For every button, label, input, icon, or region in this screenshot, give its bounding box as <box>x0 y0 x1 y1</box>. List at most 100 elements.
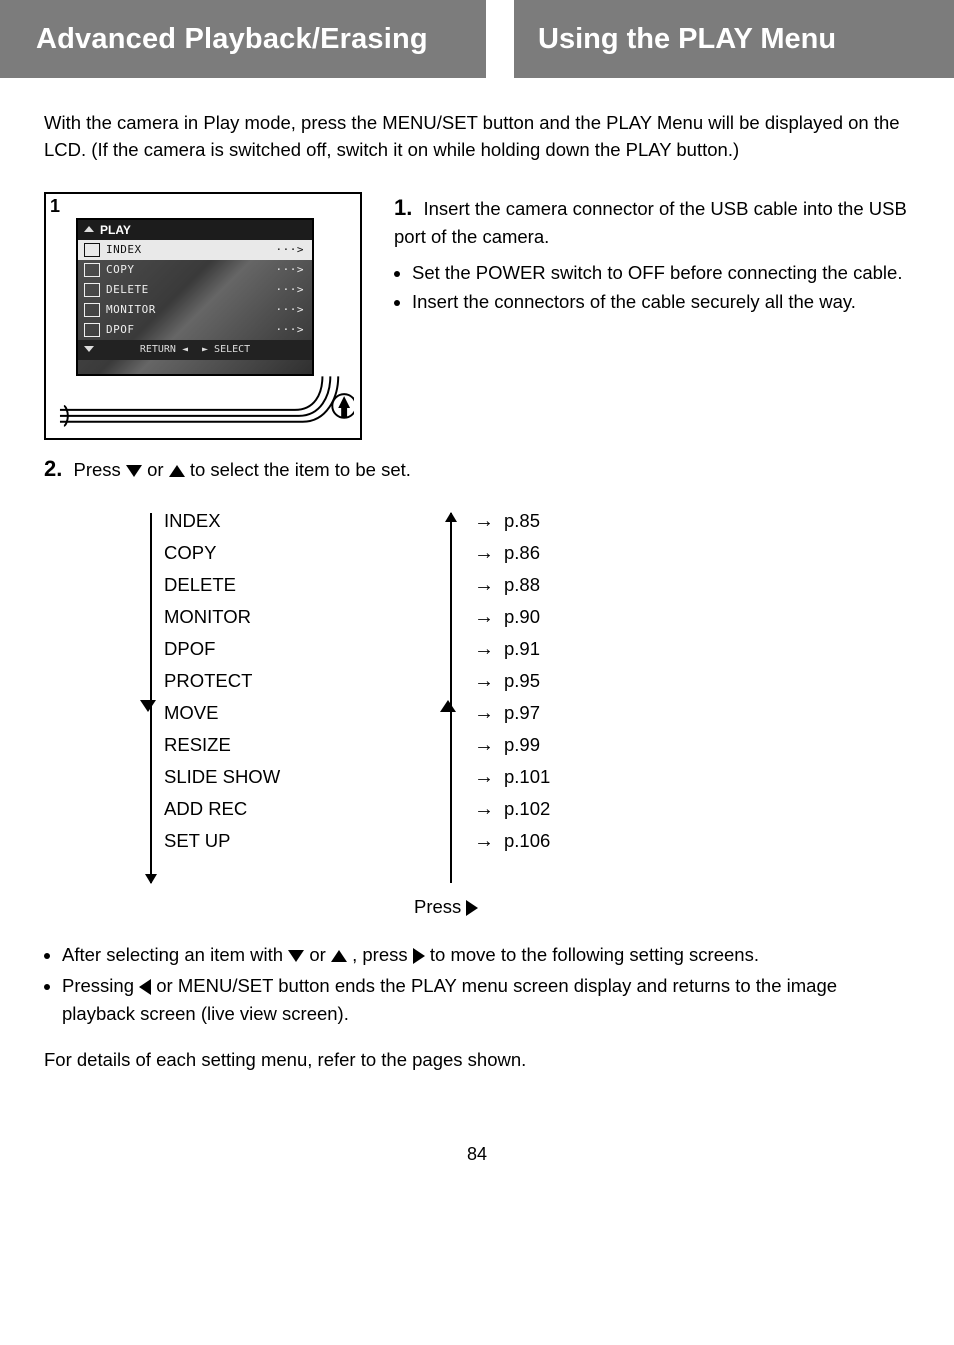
flow-page: →p.90 <box>474 601 894 633</box>
arrow-right-icon: → <box>474 826 494 856</box>
flow-page: → p.88 <box>474 569 894 601</box>
step2-text: Press <box>74 459 126 480</box>
flow-page-label: p.95 <box>504 667 540 695</box>
dpof-icon <box>84 323 100 337</box>
arrow-icon: ···> <box>276 323 305 336</box>
camera-curves <box>58 376 354 432</box>
lcd-footer-return: RETURN <box>140 344 176 355</box>
press-right-label: Press <box>414 896 466 917</box>
flow-page: →p.91 <box>474 633 894 665</box>
flow-page: →p.102 <box>474 793 894 825</box>
flow-page-label: p.106 <box>504 827 550 855</box>
lcd-row-label: DELETE <box>106 283 149 296</box>
flow-item: RESIZE <box>164 729 444 761</box>
flow-right-col: →p.85 →p.86 →p.88 →p.90 →p.91 →p.95 →p.9… <box>474 505 894 857</box>
flow-page: → p.86 <box>474 537 894 569</box>
after-bullet-2: Pressing or MENU/SET button ends the PLA… <box>62 972 910 1028</box>
step1-bullet: Insert the connectors of the cable secur… <box>412 289 910 316</box>
after-text: , press <box>352 944 413 965</box>
trash-icon <box>84 283 100 297</box>
flow-page-label: p.101 <box>504 763 550 791</box>
flow-page: → p.85 <box>474 505 894 537</box>
after-text: or <box>309 944 331 965</box>
camera-screenshot: 1 PLAY INDEX ···> COPY ···> DELETE ···> <box>44 192 362 440</box>
lcd-row-delete: DELETE ···> <box>78 280 312 300</box>
arrow-icon: ···> <box>276 303 305 316</box>
copy-icon <box>84 263 100 277</box>
chevron-up-icon <box>84 226 94 232</box>
flow-page: → p.101 <box>474 761 894 793</box>
grid-icon <box>84 243 100 257</box>
flow-item: DELETE <box>164 569 444 601</box>
flow-page-label: p.86 <box>504 539 540 567</box>
arrow-right-icon: → <box>474 506 494 536</box>
arrow-icon: ···> <box>276 243 305 256</box>
lcd-row-copy: COPY ···> <box>78 260 312 280</box>
flow-page: →p.95 <box>474 665 894 697</box>
flow-item: INDEX <box>164 505 444 537</box>
header-left: Advanced Playback/Erasing <box>0 0 486 78</box>
flow-page-label: p.88 <box>504 571 540 599</box>
flow-page: → p.97 <box>474 697 894 729</box>
flow-item: SET UP <box>164 825 444 857</box>
step2: 2. Press or to select the item to be set… <box>44 452 910 1074</box>
step2-text: to select the item to be set. <box>190 459 411 480</box>
arrow-right-icon: → <box>474 698 494 728</box>
up-triangle-icon <box>169 465 185 477</box>
after-bullet-1: After selecting an item with or , press … <box>62 941 910 969</box>
arrow-right-icon: → <box>474 794 494 824</box>
right-triangle-icon <box>413 948 425 964</box>
left-triangle-icon <box>139 979 151 995</box>
right-triangle-icon <box>466 900 478 916</box>
lcd-row-dpof: DPOF ···> <box>78 320 312 340</box>
lcd-header: PLAY <box>78 220 312 240</box>
flow-page-label: p.85 <box>504 507 540 535</box>
page-body: With the camera in Play mode, press the … <box>0 110 954 1185</box>
lcd-title: PLAY <box>100 223 131 237</box>
arrow-right-icon: → <box>474 730 494 760</box>
chevron-down-icon <box>84 346 94 352</box>
flow-page-label: p.97 <box>504 699 540 727</box>
flow-page: → p.106 <box>474 825 894 857</box>
closing-text: For details of each setting menu, refer … <box>44 1046 910 1074</box>
lcd-row-label: MONITOR <box>106 303 156 316</box>
down-triangle-icon <box>288 950 304 962</box>
header-right-text: Using the PLAY Menu <box>538 23 836 56</box>
step1-row: 1 PLAY INDEX ···> COPY ···> DELETE ···> <box>44 192 910 440</box>
press-right: Press <box>414 893 478 921</box>
after-text: to move to the following setting screens… <box>430 944 759 965</box>
step1-sentence: Insert the camera connector of the USB c… <box>394 198 907 247</box>
after-text: Pressing <box>62 975 139 996</box>
flow-page-label: p.90 <box>504 603 540 631</box>
lcd: PLAY INDEX ···> COPY ···> DELETE ···> MO… <box>76 218 314 376</box>
flow-item: PROTECT <box>164 665 444 697</box>
arrow-icon: ···> <box>276 283 305 296</box>
flow-item: MOVE <box>164 697 444 729</box>
flow-item: MONITOR <box>164 601 444 633</box>
menu-flow: INDEX COPY DELETE MONITOR DPOF PROTECT M… <box>44 505 910 935</box>
step1-text: 1. Insert the camera connector of the US… <box>394 192 910 440</box>
arrow-right-icon: → <box>474 538 494 568</box>
intro-text: With the camera in Play mode, press the … <box>44 110 910 164</box>
flow-item: SLIDE SHOW <box>164 761 444 793</box>
arrow-right-icon: → <box>474 762 494 792</box>
step-badge: 1 <box>46 194 78 226</box>
step1-bullet: Set the POWER switch to OFF before conne… <box>412 260 910 287</box>
step2-text: or <box>147 459 169 480</box>
after-text: After selecting an item with <box>62 944 288 965</box>
down-triangle-icon <box>140 700 156 712</box>
flow-page: →p.99 <box>474 729 894 761</box>
after-text: or MENU/SET button ends the PLAY menu sc… <box>62 975 837 1024</box>
step2-lead: 2. Press or to select the item to be set… <box>44 452 910 485</box>
arrow-icon: ···> <box>276 263 305 276</box>
step1-number: 1. <box>394 195 412 220</box>
arrow-right-icon: → <box>474 570 494 600</box>
lcd-row-label: INDEX <box>106 243 142 256</box>
monitor-icon <box>84 303 100 317</box>
page-number: 84 <box>44 1144 910 1185</box>
after-flow: After selecting an item with or , press … <box>44 941 910 1074</box>
flow-line-up <box>450 513 452 883</box>
flow-line-down <box>150 513 152 883</box>
lcd-row-monitor: MONITOR ···> <box>78 300 312 320</box>
lcd-footer: RETURN ◄ ► SELECT <box>78 340 312 360</box>
